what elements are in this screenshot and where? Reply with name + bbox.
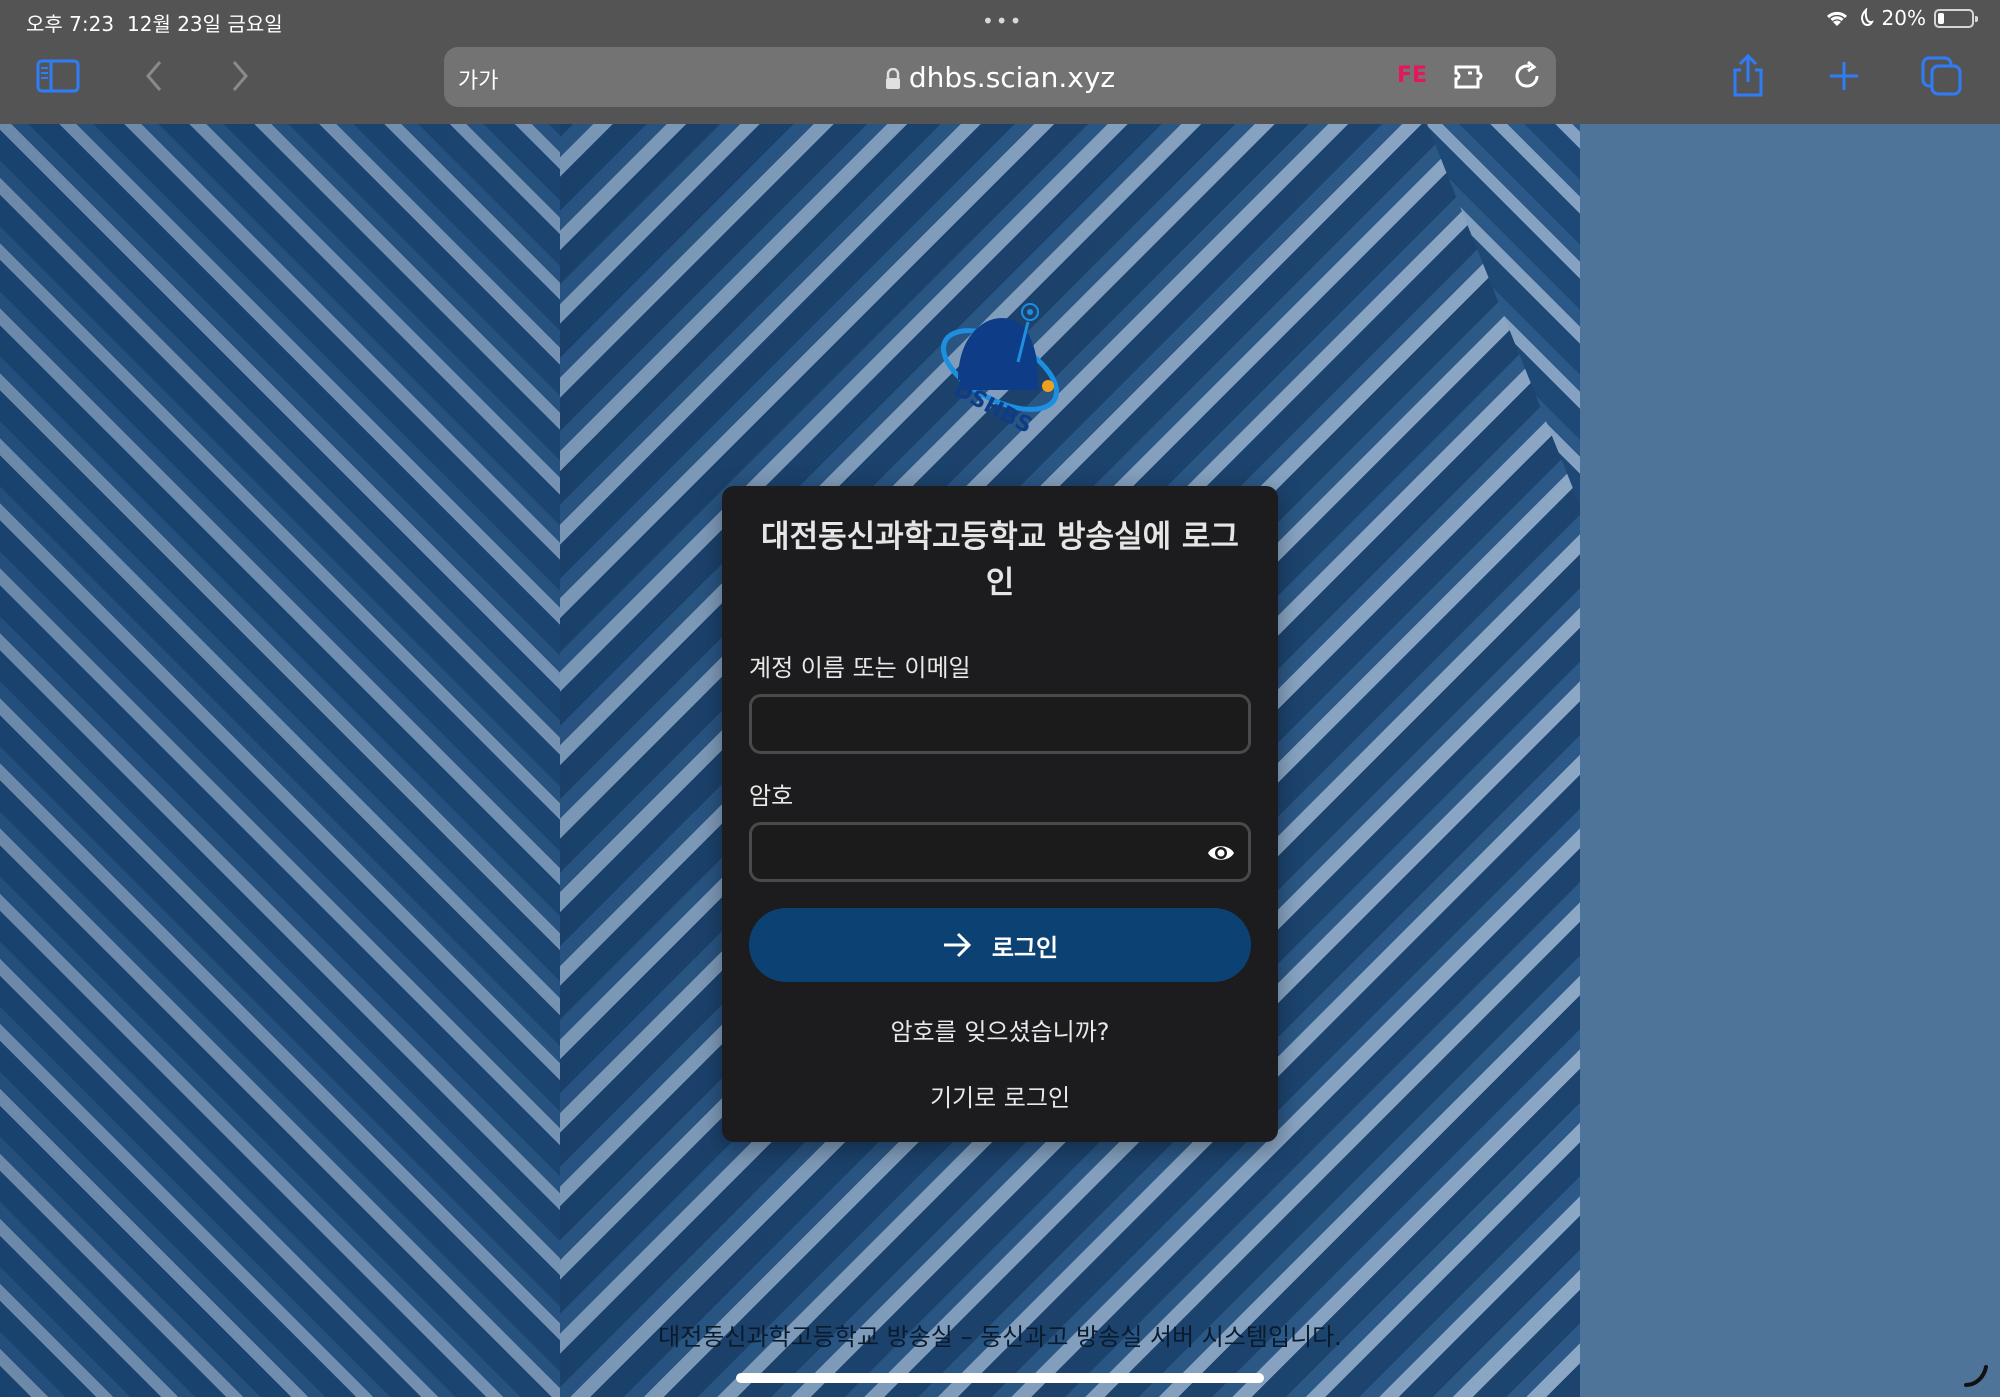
scribble-corner-icon	[1964, 1365, 1988, 1387]
chevron-left-icon	[146, 61, 162, 91]
url-text: dhbs.scian.xyz	[908, 61, 1116, 94]
footer-text: 대전동신과학고등학교 방송실 – 동신과고 방송실 서버 시스템입니다.	[658, 1323, 1342, 1351]
forward-button[interactable]	[216, 52, 264, 100]
wifi-icon	[1826, 11, 1847, 26]
battery-fill	[1938, 12, 1945, 24]
reload-icon	[1515, 60, 1539, 88]
username-label: 계정 이름 또는 이메일	[749, 654, 971, 682]
share-button[interactable]	[1724, 52, 1772, 100]
home-indicator[interactable]	[736, 1373, 1264, 1383]
username-input[interactable]	[749, 694, 1251, 754]
battery-percent: 20%	[1881, 6, 1926, 30]
arrow-right-icon	[943, 932, 971, 958]
plus-icon	[1830, 62, 1858, 90]
multitasking-dots[interactable]: •••	[982, 9, 1023, 33]
password-input[interactable]	[749, 822, 1251, 882]
tabs-icon	[1921, 56, 1962, 96]
url-display[interactable]: dhbs.scian.xyz	[444, 61, 1556, 94]
extension-fe-button[interactable]: FE	[1397, 63, 1427, 88]
address-bar[interactable]: 가가 dhbs.scian.xyz FE	[444, 47, 1556, 107]
share-icon	[1733, 54, 1763, 97]
login-title: 대전동신과학고등학교 방송실에 로그인	[761, 519, 1239, 601]
extensions-button[interactable]	[1450, 57, 1490, 99]
password-label: 암호	[749, 782, 794, 810]
show-password-eye-icon[interactable]	[1206, 838, 1236, 868]
login-button-label: 로그인	[991, 933, 1059, 962]
tabs-overview-button[interactable]	[1918, 52, 1966, 100]
chevron-right-icon	[232, 61, 248, 91]
focus-moon-icon	[1860, 8, 1874, 26]
status-bar: 오후 7:23 12월 23일 금요일 ••• 20%	[0, 0, 2000, 40]
sidebar-toggle-button[interactable]	[34, 52, 82, 100]
battery-icon	[1934, 8, 1978, 28]
login-button[interactable]: 로그인	[749, 908, 1251, 982]
status-date: 12월 23일 금요일	[127, 12, 283, 36]
browser-chrome: 오후 7:23 12월 23일 금요일 ••• 20% 가가 dhbs.scia…	[0, 0, 2000, 124]
reload-button[interactable]	[1510, 59, 1544, 97]
sidebar-icon	[36, 59, 80, 93]
back-button[interactable]	[130, 52, 178, 100]
login-card: 대전동신과학고등학교 방송실에 로그인 계정 이름 또는 이메일 암호 로그인 …	[722, 486, 1278, 1142]
lock-icon	[885, 68, 900, 89]
device-login-link[interactable]: 기기로 로그인	[722, 1078, 1278, 1113]
dhbs-logo: DSHBS	[940, 303, 1060, 439]
status-time: 오후 7:23	[26, 12, 115, 36]
extension-puzzle-icon	[1454, 65, 1483, 89]
forgot-password-link[interactable]: 암호를 잊으셨습니까?	[722, 1012, 1278, 1047]
status-right: 20%	[1824, 6, 1978, 30]
new-tab-button[interactable]	[1820, 52, 1868, 100]
